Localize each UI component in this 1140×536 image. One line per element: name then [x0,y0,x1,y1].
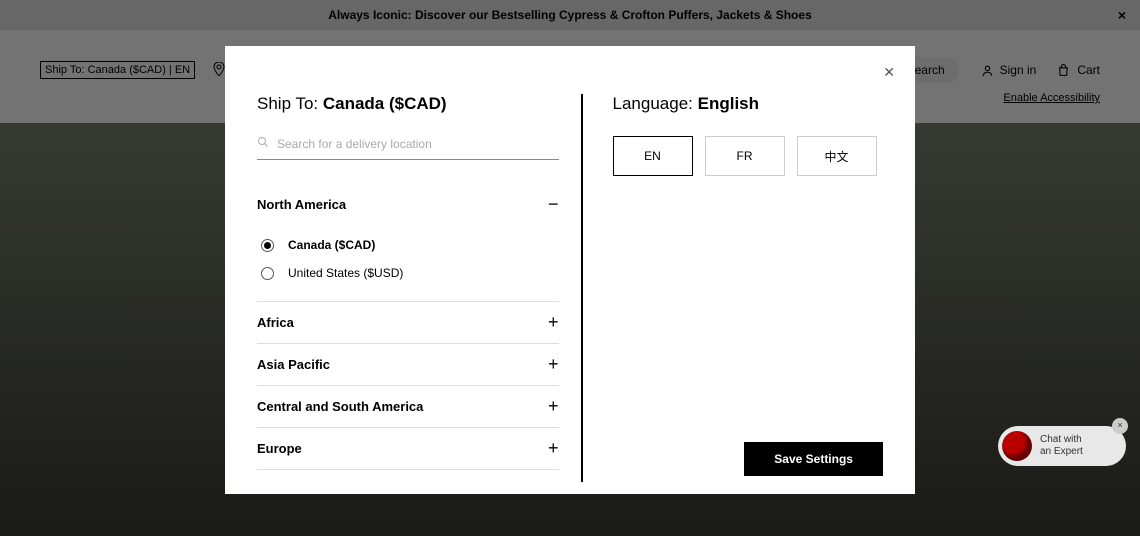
shipto-heading: Ship To: Canada ($CAD) [257,94,559,114]
language-heading: Language: English [613,94,883,114]
region-list: North America − Canada ($CAD) United Sta… [257,184,559,482]
country-united-states[interactable]: United States ($USD) [257,259,559,287]
region-middle-east[interactable]: Middle East + [257,470,559,482]
expand-icon: + [548,396,559,417]
search-icon [257,136,269,151]
language-zh[interactable]: 中文 [797,136,877,176]
expand-icon: + [548,312,559,333]
chat-widget[interactable]: Chat with an Expert × [998,426,1126,466]
language-options: EN FR 中文 [613,136,883,176]
region-north-america[interactable]: North America − [257,184,559,225]
language-en[interactable]: EN [613,136,693,176]
chat-line2: an Expert [1040,446,1083,459]
chat-line1: Chat with [1040,434,1083,447]
chat-avatar-icon [1002,431,1032,461]
region-north-america-countries: Canada ($CAD) United States ($USD) [257,225,559,302]
locale-modal: ✕ Ship To: Canada ($CAD) North America −… [225,46,915,494]
radio-unchecked-icon [261,267,274,280]
chat-close-icon[interactable]: × [1112,418,1128,434]
country-canada[interactable]: Canada ($CAD) [257,231,559,259]
expand-icon: + [548,354,559,375]
region-central-south-america[interactable]: Central and South America + [257,386,559,428]
expand-icon: + [548,480,559,482]
region-asia-pacific[interactable]: Asia Pacific + [257,344,559,386]
save-settings-button[interactable]: Save Settings [744,442,883,476]
collapse-icon: − [548,194,559,215]
region-europe[interactable]: Europe + [257,428,559,470]
expand-icon: + [548,438,559,459]
close-icon[interactable]: ✕ [883,64,895,81]
location-search-input[interactable] [277,137,559,151]
shipto-column: Ship To: Canada ($CAD) North America − C… [257,94,583,482]
radio-checked-icon [261,239,274,252]
region-africa[interactable]: Africa + [257,302,559,344]
language-fr[interactable]: FR [705,136,785,176]
location-search[interactable] [257,136,559,160]
language-column: Language: English EN FR 中文 Save Settings [583,94,883,482]
